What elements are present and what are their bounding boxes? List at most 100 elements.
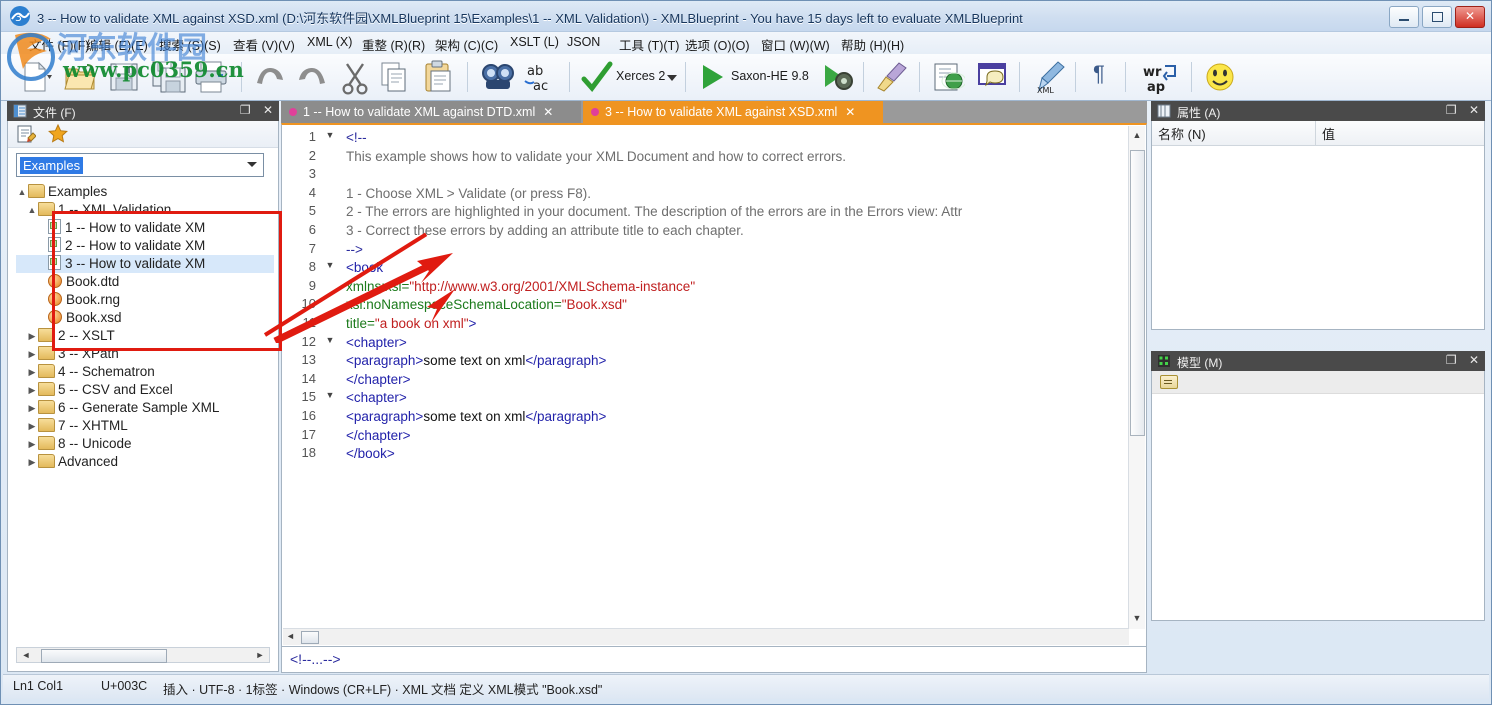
tree-item[interactable]: ▶Advanced xyxy=(16,453,274,471)
browser-preview-icon[interactable] xyxy=(931,59,965,95)
scroll-left-icon[interactable]: ◄ xyxy=(286,631,295,641)
tab-close-icon[interactable]: ✕ xyxy=(543,105,553,119)
files-horizontal-scrollbar[interactable]: ◄ ► xyxy=(16,647,270,663)
tree-item[interactable]: ▶6 -- Generate Sample XML xyxy=(16,399,274,417)
editor-vertical-scrollbar[interactable]: ▲ ▼ xyxy=(1128,126,1145,629)
print-button[interactable] xyxy=(193,59,229,95)
replace-button[interactable]: ab ac xyxy=(521,59,559,95)
menu-item-3[interactable]: 查看 (V)(V) xyxy=(233,35,295,54)
menu-item-5[interactable]: 重整 (R)(R) xyxy=(362,35,425,54)
run-transform-button[interactable] xyxy=(697,59,727,95)
column-divider[interactable] xyxy=(1315,121,1316,145)
smiley-icon[interactable] xyxy=(1203,59,1237,95)
fold-toggle-icon[interactable]: ▼ xyxy=(324,260,336,270)
word-wrap-icon[interactable]: wr ap xyxy=(1141,59,1181,95)
open-folder-button[interactable] xyxy=(63,59,97,95)
chevron-right-icon[interactable]: ▶ xyxy=(26,381,38,399)
editor-tab-1[interactable]: 3 -- How to validate XML against XSD.xml… xyxy=(583,101,883,123)
menu-item-8[interactable]: JSON xyxy=(567,35,600,49)
chevron-right-icon[interactable]: ▶ xyxy=(26,453,38,471)
tree-item[interactable]: ▲Examples xyxy=(16,183,274,201)
scroll-left-icon[interactable]: ◄ xyxy=(18,649,34,661)
menu-item-12[interactable]: 帮助 (H)(H) xyxy=(841,35,904,54)
validator-dropdown-icon[interactable] xyxy=(664,59,680,95)
validate-check-icon[interactable] xyxy=(581,59,613,95)
chevron-right-icon[interactable]: ▶ xyxy=(26,345,38,363)
minimize-button[interactable] xyxy=(1389,6,1419,28)
folder-combo[interactable]: Examples xyxy=(16,153,264,177)
copy-button[interactable] xyxy=(377,59,411,95)
code-content[interactable]: <!--This example shows how to validate y… xyxy=(346,129,1128,646)
chevron-right-icon[interactable]: ▶ xyxy=(26,417,38,435)
save-all-button[interactable] xyxy=(151,59,187,95)
find-button[interactable] xyxy=(479,59,517,95)
tree-item[interactable]: ▶5 -- CSV and Excel xyxy=(16,381,274,399)
tree-item[interactable]: 2 -- How to validate XM xyxy=(16,237,274,255)
tree-item[interactable]: 3 -- How to validate XM xyxy=(16,255,274,273)
tab-close-icon[interactable]: ✕ xyxy=(845,105,855,119)
menu-item-9[interactable]: 工具 (T)(T) xyxy=(619,35,679,54)
save-button[interactable] xyxy=(107,59,141,95)
clean-brush-icon[interactable] xyxy=(875,59,909,95)
tree-item[interactable]: ▶3 -- XPath xyxy=(16,345,274,363)
menu-item-1[interactable]: 编辑 (E)(E) xyxy=(86,35,148,54)
tree-item[interactable]: 1 -- How to validate XM xyxy=(16,219,274,237)
menu-item-10[interactable]: 选项 (O)(O) xyxy=(685,35,750,54)
menu-item-0[interactable]: 文件 (F)(F) xyxy=(29,35,89,54)
code-editor[interactable]: 1▼2345678▼9101112▼131415▼161718 <!--This… xyxy=(281,123,1147,647)
redo-button[interactable] xyxy=(295,59,329,95)
attributes-panel-float-icon[interactable]: ❐ xyxy=(1446,103,1457,117)
fold-toggle-icon[interactable]: ▼ xyxy=(324,390,336,400)
tree-item[interactable]: ▶7 -- XHTML xyxy=(16,417,274,435)
editor-horizontal-scrollbar[interactable]: ◄ xyxy=(283,628,1129,645)
comment-preview-icon[interactable] xyxy=(975,59,1009,95)
model-root-row[interactable] xyxy=(1152,371,1484,394)
tree-item[interactable]: Book.dtd xyxy=(16,273,274,291)
chevron-down-icon[interactable]: ▲ xyxy=(26,201,38,219)
editor-tab-0[interactable]: 1 -- How to validate XML against DTD.xml… xyxy=(281,101,581,123)
model-panel-close-icon[interactable]: ✕ xyxy=(1469,353,1479,367)
menu-item-7[interactable]: XSLT (L) xyxy=(510,35,559,49)
scroll-down-icon[interactable]: ▼ xyxy=(1131,613,1143,625)
undo-button[interactable] xyxy=(253,59,287,95)
validator-name[interactable]: Xerces 2 xyxy=(616,69,665,83)
cut-button[interactable] xyxy=(339,59,371,95)
file-tree[interactable]: ▲Examples▲1 -- XML Validation1 -- How to… xyxy=(16,183,274,643)
fold-toggle-icon[interactable]: ▼ xyxy=(324,130,336,140)
model-panel-float-icon[interactable]: ❐ xyxy=(1446,353,1457,367)
attributes-panel-close-icon[interactable]: ✕ xyxy=(1469,103,1479,117)
menu-item-6[interactable]: 架构 (C)(C) xyxy=(435,35,498,54)
tree-item[interactable]: ▶2 -- XSLT xyxy=(16,327,274,345)
pilcrow-icon[interactable]: ¶ xyxy=(1093,61,1105,87)
menu-item-11[interactable]: 窗口 (W)(W) xyxy=(761,35,830,54)
files-panel-close-icon[interactable]: ✕ xyxy=(263,103,273,117)
vertical-scroll-thumb[interactable] xyxy=(1130,150,1145,436)
new-document-button[interactable] xyxy=(19,59,53,95)
tree-item[interactable]: Book.xsd xyxy=(16,309,274,327)
chevron-right-icon[interactable]: ▶ xyxy=(26,363,38,381)
horizontal-scroll-thumb[interactable] xyxy=(301,631,319,644)
star-icon[interactable] xyxy=(48,124,68,144)
chevron-down-icon[interactable] xyxy=(247,162,257,167)
menu-item-2[interactable]: 搜索 (S)(S) xyxy=(159,35,221,54)
chevron-down-icon[interactable]: ▲ xyxy=(16,183,28,201)
scroll-thumb[interactable] xyxy=(41,649,167,663)
chevron-right-icon[interactable]: ▶ xyxy=(26,327,38,345)
maximize-button[interactable] xyxy=(1422,6,1452,28)
tree-item[interactable]: ▶4 -- Schematron xyxy=(16,363,274,381)
tree-item[interactable]: Book.rng xyxy=(16,291,274,309)
scroll-up-icon[interactable]: ▲ xyxy=(1131,130,1143,142)
tree-item[interactable]: ▲1 -- XML Validation xyxy=(16,201,274,219)
tree-item[interactable]: ▶8 -- Unicode xyxy=(16,435,274,453)
chevron-right-icon[interactable]: ▶ xyxy=(26,399,38,417)
edit-icon[interactable] xyxy=(16,124,36,144)
fold-toggle-icon[interactable]: ▼ xyxy=(324,335,336,345)
files-panel-float-icon[interactable]: ❐ xyxy=(240,103,251,117)
paste-button[interactable] xyxy=(421,59,455,95)
chevron-right-icon[interactable]: ▶ xyxy=(26,435,38,453)
xml-picker-icon[interactable]: XML xyxy=(1031,59,1067,95)
menu-item-4[interactable]: XML (X) xyxy=(307,35,352,49)
transformer-name[interactable]: Saxon-HE 9.8 xyxy=(731,69,809,83)
scroll-right-icon[interactable]: ► xyxy=(252,649,268,661)
transform-settings-icon[interactable] xyxy=(821,59,855,95)
